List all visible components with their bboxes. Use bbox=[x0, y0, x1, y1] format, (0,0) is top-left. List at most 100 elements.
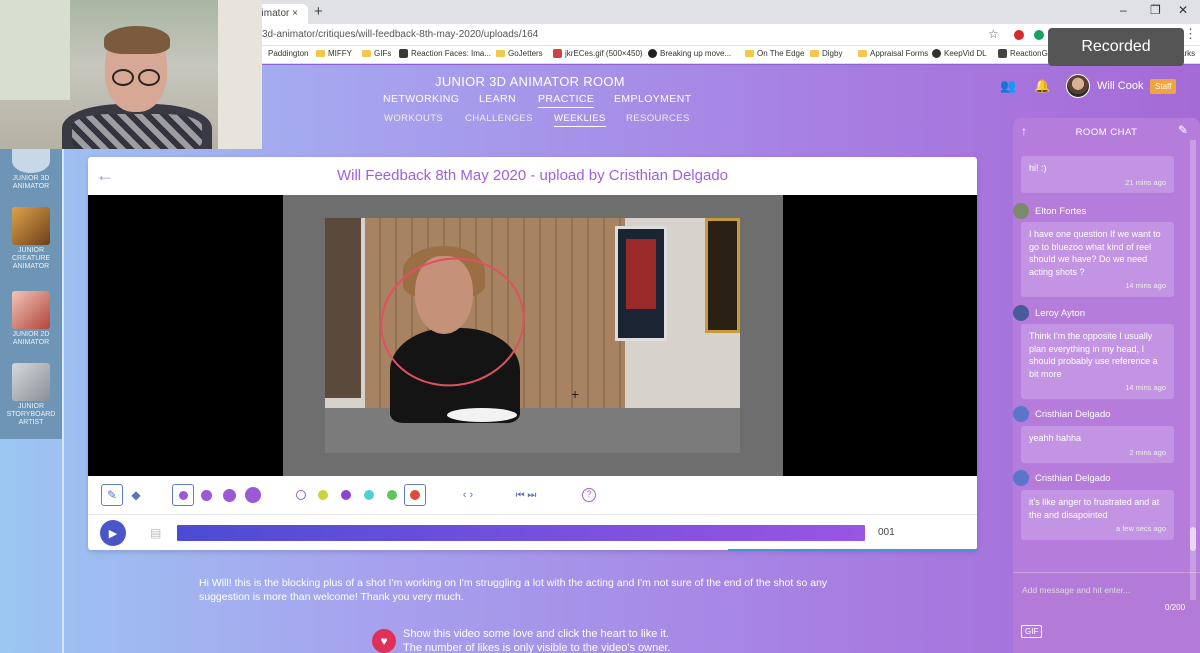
minimize-button[interactable]: – bbox=[1120, 3, 1127, 17]
bookmark-item[interactable]: Digby bbox=[810, 49, 842, 58]
chat-message: yeahh hahha 2 mins ago bbox=[1021, 426, 1174, 463]
chat-input-placeholder[interactable]: Add message and hit enter... bbox=[1022, 585, 1130, 595]
bookmark-item[interactable]: Reaction Faces: Ima... bbox=[399, 49, 491, 58]
like-prompt: Show this video some love and click the … bbox=[403, 627, 670, 653]
chat-user-name: Leroy Ayton bbox=[1035, 307, 1086, 319]
brush-size-small[interactable] bbox=[172, 484, 194, 506]
chat-avatar bbox=[1013, 203, 1029, 219]
group-icon[interactable]: 👥 bbox=[1000, 78, 1016, 94]
like-heart-button[interactable]: ♥ bbox=[372, 629, 396, 653]
chat-message: it's like anger to frustrated and at the… bbox=[1021, 490, 1174, 540]
bookmark-label: On The Edge bbox=[757, 49, 805, 58]
chat-message-time: 2 mins ago bbox=[1129, 447, 1166, 457]
nav-learn[interactable]: LEARN bbox=[479, 93, 516, 105]
play-button[interactable]: ▶ bbox=[100, 520, 126, 546]
maximize-button[interactable]: ❐ bbox=[1150, 3, 1161, 17]
glasses-lens bbox=[112, 69, 134, 86]
bookmark-item[interactable]: Appraisal Forms bbox=[858, 49, 928, 58]
user-name[interactable]: Will Cook bbox=[1097, 80, 1143, 92]
nav-networking[interactable]: NETWORKING bbox=[383, 93, 459, 105]
scene-poster bbox=[705, 218, 740, 333]
bookmark-item[interactable]: Breaking up move... bbox=[648, 49, 731, 58]
brush-size-large[interactable] bbox=[218, 484, 240, 506]
chat-avatar bbox=[1013, 406, 1029, 422]
color-green[interactable] bbox=[381, 484, 403, 506]
opera-extension-icon[interactable] bbox=[1014, 30, 1024, 40]
brush-size-dot bbox=[200, 489, 212, 501]
room-chat-panel: ↑ ROOM CHAT ✎ hi! :) 21 mins ago Elton F… bbox=[1013, 118, 1200, 653]
address-bar[interactable]: 3d-animator/critiques/will-feedback-8th-… bbox=[262, 29, 538, 40]
close-window-button[interactable]: ✕ bbox=[1178, 3, 1188, 17]
nav-practice[interactable]: PRACTICE bbox=[538, 93, 595, 108]
video-player[interactable]: + bbox=[88, 195, 977, 476]
folder-icon bbox=[362, 50, 371, 57]
brush-size-dot bbox=[245, 487, 261, 503]
chat-message-text: Think I'm the opposite I usually plan ev… bbox=[1029, 331, 1158, 379]
webcam-door bbox=[218, 0, 262, 149]
chat-user[interactable]: Cristhian Delgado bbox=[1013, 470, 1111, 486]
nav-employment[interactable]: EMPLOYMENT bbox=[614, 93, 692, 105]
bookmark-item[interactable]: KeepVid DL bbox=[932, 49, 987, 58]
bookmark-item[interactable]: GIFs bbox=[362, 49, 391, 58]
room-junior-storyboard-artist[interactable]: JUNIOR STORYBOARD ARTIST bbox=[0, 363, 62, 427]
room-junior-creature-animator[interactable]: JUNIOR CREATURE ANIMATOR bbox=[0, 207, 62, 271]
color-cyan[interactable] bbox=[358, 484, 380, 506]
chat-message-time: 21 mins ago bbox=[1125, 177, 1166, 187]
bookmark-star-icon[interactable]: ☆ bbox=[988, 27, 999, 41]
notification-bell-icon[interactable]: 🔔 bbox=[1034, 78, 1050, 94]
subnav-weeklies[interactable]: WEEKLIES bbox=[554, 113, 606, 127]
chat-message-text: hi! :) bbox=[1029, 163, 1047, 173]
bookmark-item[interactable]: MIFFY bbox=[316, 49, 352, 58]
bookmark-item[interactable]: ReactionG bbox=[998, 49, 1048, 58]
subnav-challenges[interactable]: CHALLENGES bbox=[465, 113, 533, 124]
pencil-tool-icon[interactable]: ✎ bbox=[101, 484, 123, 506]
film-strip-icon[interactable]: ▤ bbox=[150, 526, 161, 540]
brush-size-medium[interactable] bbox=[195, 484, 217, 506]
room-junior-2d-animator[interactable]: JUNIOR 2D ANIMATOR bbox=[0, 291, 62, 347]
color-purple[interactable] bbox=[335, 484, 357, 506]
chat-message: I have one question If we want to go to … bbox=[1021, 222, 1174, 297]
browser-menu-icon[interactable]: ⋮ bbox=[1184, 26, 1197, 42]
site-icon bbox=[932, 49, 941, 58]
edit-icon[interactable]: ✎ bbox=[1178, 123, 1189, 137]
chat-scroll-thumb[interactable] bbox=[1190, 527, 1196, 551]
folder-icon bbox=[745, 50, 754, 57]
bookmark-item[interactable]: GoJetters bbox=[496, 49, 543, 58]
eraser-tool-icon[interactable]: ◆ bbox=[125, 484, 147, 506]
prev-next-frame-icon[interactable]: ‹ › bbox=[457, 484, 479, 506]
grammarly-extension-icon[interactable] bbox=[1034, 30, 1044, 40]
subnav-resources[interactable]: RESOURCES bbox=[626, 113, 690, 124]
chat-user[interactable]: Leroy Ayton bbox=[1013, 305, 1085, 321]
chat-user[interactable]: Cristhian Delgado bbox=[1013, 406, 1111, 422]
new-tab-button[interactable]: + bbox=[314, 3, 323, 20]
color-white[interactable] bbox=[290, 484, 312, 506]
subnav-workouts[interactable]: WORKOUTS bbox=[384, 113, 443, 124]
drawing-toolbar: ✎ ◆ ‹ › ⏮ ⏭ ? bbox=[88, 481, 977, 511]
room-label: JUNIOR 2D ANIMATOR bbox=[12, 331, 50, 346]
chat-input-area[interactable]: Add message and hit enter... 0/200 GIF bbox=[1013, 572, 1200, 653]
color-red[interactable] bbox=[404, 484, 426, 506]
room-label: JUNIOR CREATURE ANIMATOR bbox=[12, 247, 50, 270]
site-icon bbox=[648, 49, 657, 58]
bookmark-item[interactable]: Paddington bbox=[268, 49, 308, 58]
bookmark-item[interactable]: On The Edge bbox=[745, 49, 804, 58]
user-avatar[interactable] bbox=[1066, 74, 1090, 98]
skip-first-last-icon[interactable]: ⏮ ⏭ bbox=[508, 484, 544, 506]
critique-card: ← Will Feedback 8th May 2020 - upload by… bbox=[88, 157, 977, 551]
help-icon[interactable]: ? bbox=[578, 484, 600, 506]
brush-size-xlarge[interactable] bbox=[242, 484, 264, 506]
chat-message: Think I'm the opposite I usually plan ev… bbox=[1021, 324, 1174, 399]
bookmark-label: GIFs bbox=[374, 49, 392, 58]
bookmark-item[interactable]: jkrECes.gif (500×450) bbox=[553, 49, 643, 58]
color-yellow[interactable] bbox=[312, 484, 334, 506]
chat-user-name: Elton Fortes bbox=[1035, 205, 1087, 217]
gif-button[interactable]: GIF bbox=[1021, 625, 1043, 638]
color-swatch bbox=[387, 490, 397, 500]
chat-user[interactable]: Elton Fortes bbox=[1013, 203, 1086, 219]
room-thumbnail bbox=[12, 207, 50, 245]
room-junior-3d-animator[interactable]: JUNIOR 3D ANIMATOR bbox=[0, 149, 62, 191]
like-prompt-line: The number of likes is only visible to t… bbox=[403, 642, 671, 653]
timeline-scrubber[interactable] bbox=[177, 525, 865, 541]
char-counter: 0/200 bbox=[1165, 603, 1186, 612]
bookmark-label: Breaking up move... bbox=[660, 49, 732, 58]
